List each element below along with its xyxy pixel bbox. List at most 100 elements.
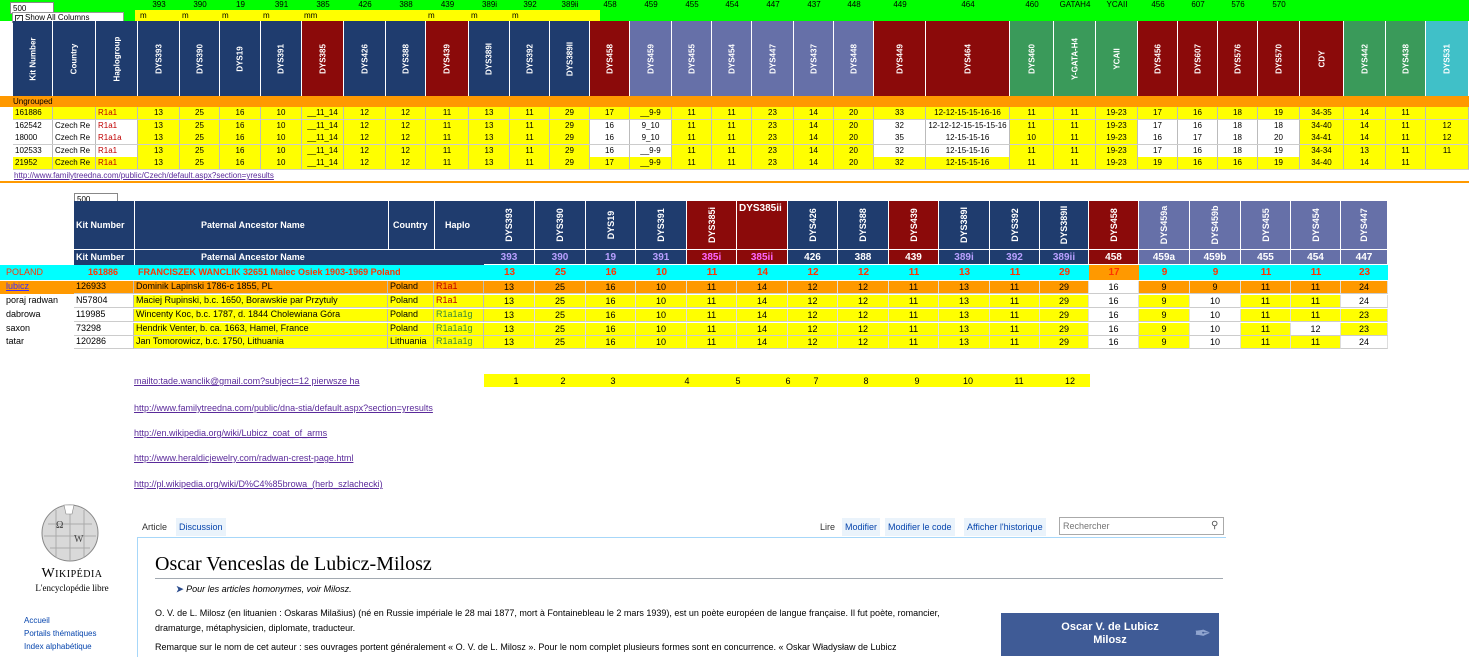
table-row[interactable]: 21952 Czech Re R1a1 13 25 16 10 __11_14 12 12 11 13… — [13, 157, 1469, 170]
dna-stia-link[interactable]: http://www.familytreedna.com/public/dna-… — [134, 403, 433, 413]
column-header-20[interactable]: DYS437 — [794, 21, 834, 96]
column-header-25[interactable]: Y-GATA-H4 — [1054, 21, 1096, 96]
sidebar-item-portails[interactable]: Portails thématiques — [24, 629, 96, 638]
mailto-link[interactable]: mailto:tade.wanclik@gmail.com?subject=12… — [134, 376, 360, 386]
sidebar-item-accueil[interactable]: Accueil — [24, 616, 96, 625]
column-header-33[interactable]: DYS438 — [1386, 21, 1426, 96]
table-cell: 29 — [550, 120, 590, 132]
row-value: 11 — [1241, 309, 1291, 322]
column-header-8[interactable]: DYS385 — [302, 21, 344, 96]
table-row[interactable]: 18000 Czech Re R1a1a 13 25 16 10 __11_14 12 12 11 1… — [13, 132, 1469, 145]
row-value: 10 — [636, 295, 687, 308]
row-value: 29 — [1040, 323, 1089, 336]
column-header-29[interactable]: DYS576 — [1218, 21, 1258, 96]
column-header-34[interactable]: DYS531 — [1426, 21, 1469, 96]
czech-project-link[interactable]: http://www.familytreedna.com/public/Czec… — [14, 171, 274, 180]
action-edit[interactable]: Modifier — [842, 518, 881, 536]
marker-number-header: 392 — [990, 249, 1040, 264]
wikipedia-globe-icon[interactable]: Ω W — [34, 502, 106, 564]
dys-header-11[interactable]: DYS392 — [990, 201, 1040, 249]
action-history[interactable]: Afficher l'historique — [964, 518, 1046, 536]
row-value: 13 — [939, 323, 990, 336]
dys-header-8[interactable]: DYS388 — [838, 201, 889, 249]
row-ancestor: Maciej Rupinski, b.c. 1650, Borawskie pa… — [134, 295, 388, 308]
row-value: 12 — [838, 309, 889, 322]
column-header-31[interactable]: CDY — [1300, 21, 1344, 96]
dys-header-15[interactable]: DYS459b — [1190, 201, 1241, 249]
table-cell: 10 — [261, 145, 302, 157]
column-header-9[interactable]: DYS426 — [344, 21, 386, 96]
column-header-32[interactable]: DYS442 — [1344, 21, 1386, 96]
dys-header-13[interactable]: DYS458 — [1089, 201, 1139, 249]
table-cell: 14 — [794, 145, 834, 157]
row-value: 16 — [1089, 323, 1139, 336]
action-edit-source[interactable]: Modifier le code — [885, 518, 955, 536]
dys-header-12[interactable]: DYS389II — [1040, 201, 1089, 249]
list-item[interactable]: lubicz 126933 Dominik Lapinski 1786-c 1855… — [0, 281, 1390, 294]
row-value: 11 — [889, 323, 939, 336]
column-header-28[interactable]: DYS607 — [1178, 21, 1218, 96]
dys-header-6[interactable]: DYS385ii — [737, 201, 788, 249]
column-header-10[interactable]: DYS388 — [386, 21, 426, 96]
dys-header-7[interactable]: DYS426 — [788, 201, 838, 249]
column-header-24[interactable]: DYS460 — [1010, 21, 1054, 96]
list-item[interactable]: poraj radwan N57804 Maciej Rupinski, b.c. … — [0, 295, 1390, 308]
column-header-18[interactable]: DYS454 — [712, 21, 752, 96]
row-label[interactable]: lubicz — [0, 281, 74, 294]
column-header-12[interactable]: DYS389I — [469, 21, 510, 96]
column-header-3[interactable]: Haplogroup — [96, 21, 138, 96]
column-header-17[interactable]: DYS455 — [672, 21, 712, 96]
dys-header-14[interactable]: DYS459a — [1139, 201, 1190, 249]
column-header-15[interactable]: DYS458 — [590, 21, 630, 96]
marker-number-header: 459a — [1139, 249, 1190, 264]
tab-discussion[interactable]: Discussion — [176, 518, 226, 536]
table-cell: 14 — [1344, 132, 1386, 144]
row-value: 10 — [636, 281, 687, 294]
table-cell: 23 — [752, 132, 794, 144]
column-header-16[interactable]: DYS459 — [630, 21, 672, 96]
poland-kit: 161886 — [88, 267, 119, 277]
dys-header-18[interactable]: DYS447 — [1341, 201, 1388, 249]
dabrowa-herb-link[interactable]: http://pl.wikipedia.org/wiki/D%C4%85brow… — [134, 479, 383, 489]
lubicz-coat-link[interactable]: http://en.wikipedia.org/wiki/Lubicz_coat… — [134, 428, 327, 438]
dys-header-5[interactable]: DYS385i — [687, 201, 737, 249]
dys-header-4[interactable]: DYS391 — [636, 201, 687, 249]
column-header-23[interactable]: DYS464 — [926, 21, 1010, 96]
dys-header-2[interactable]: DYS390 — [535, 201, 586, 249]
tab-article[interactable]: Article — [139, 518, 170, 536]
dys-header-3[interactable]: DYS19 — [586, 201, 636, 249]
column-header-label: YCAII — [1112, 47, 1121, 70]
dys-header-9[interactable]: DYS439 — [889, 201, 939, 249]
list-item[interactable]: tatar 120286 Jan Tomorowicz, b.c. 1750, Li… — [0, 336, 1390, 349]
list-item[interactable]: saxon 73298 Hendrik Venter, b. ca. 1663, H… — [0, 323, 1390, 336]
dys-header-16[interactable]: DYS455 — [1241, 201, 1291, 249]
column-header-22[interactable]: DYS449 — [874, 21, 926, 96]
search-icon[interactable]: ⚲ — [1211, 520, 1218, 531]
column-header-19[interactable]: DYS447 — [752, 21, 794, 96]
column-header-label: DYS460 — [1027, 43, 1036, 74]
column-header-label: DYS426 — [360, 43, 369, 74]
radwan-crest-link[interactable]: http://www.heraldicjewelry.com/radwan-cr… — [134, 453, 353, 463]
table-row[interactable]: 161886 R1a1 13 25 16 10 __11_14 12 12 11 13 11 29 17 _… — [13, 107, 1469, 120]
column-header-4[interactable]: DYS393 — [138, 21, 180, 96]
column-header-11[interactable]: DYS439 — [426, 21, 469, 96]
column-header-30[interactable]: DYS570 — [1258, 21, 1300, 96]
sidebar-item-index[interactable]: Index alphabétique — [24, 642, 96, 651]
search-input[interactable] — [1059, 517, 1224, 535]
column-header-1[interactable]: Kit Number — [13, 21, 53, 96]
dys-header-1[interactable]: DYS393 — [484, 201, 535, 249]
column-header-14[interactable]: DYS389II — [550, 21, 590, 96]
column-header-6[interactable]: DYS19 — [220, 21, 261, 96]
column-header-5[interactable]: DYS390 — [180, 21, 220, 96]
dys-header-17[interactable]: DYS454 — [1291, 201, 1341, 249]
column-header-2[interactable]: Country — [53, 21, 96, 96]
column-header-7[interactable]: DYS391 — [261, 21, 302, 96]
row-value: 13 — [484, 323, 535, 336]
column-header-26[interactable]: YCAII — [1096, 21, 1138, 96]
action-read[interactable]: Lire — [817, 518, 838, 536]
dys-header-10[interactable]: DYS389I — [939, 201, 990, 249]
column-header-21[interactable]: DYS448 — [834, 21, 874, 96]
column-header-13[interactable]: DYS392 — [510, 21, 550, 96]
column-header-27[interactable]: DYS456 — [1138, 21, 1178, 96]
list-item[interactable]: dabrowa 119985 Wincenty Koc, b.c. 1787, d.… — [0, 309, 1390, 322]
